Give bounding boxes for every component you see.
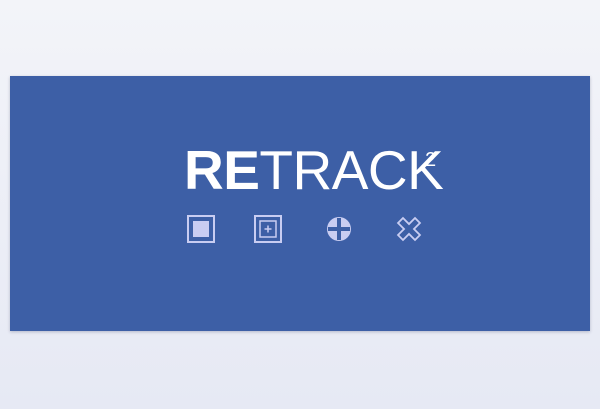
game-title: RETRACK xyxy=(184,139,444,201)
cross-x-icon xyxy=(394,214,424,244)
title-regular-part: TRACK xyxy=(259,139,444,201)
title-superscript: 2 xyxy=(425,149,437,171)
title-bold-part: RE xyxy=(184,139,260,201)
square-plus-icon xyxy=(253,214,283,244)
filled-square-icon xyxy=(186,214,216,244)
title-banner xyxy=(10,76,590,331)
crosshair-circle-icon xyxy=(324,214,354,244)
